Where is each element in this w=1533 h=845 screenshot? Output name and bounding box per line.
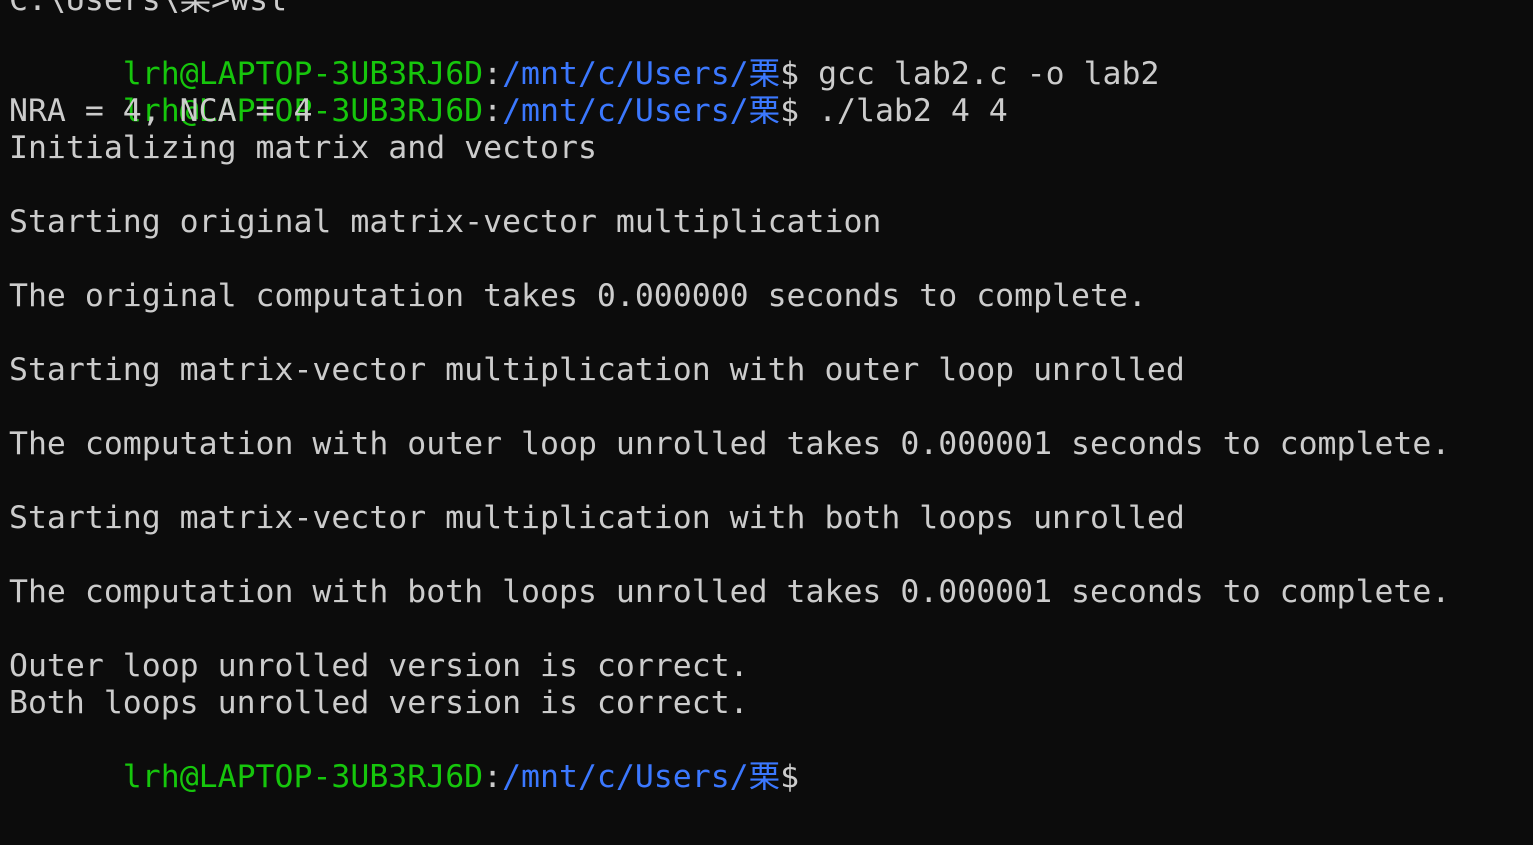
output-line: Starting matrix-vector multiplication wi… <box>9 500 1185 536</box>
prompt-symbol: $ <box>780 56 800 92</box>
previous-command-line: C:\Users\栗>wsl <box>9 0 288 18</box>
prompt-user-host: lrh@LAPTOP-3UB3RJ6D <box>122 56 484 92</box>
output-line: Outer loop unrolled version is correct. <box>9 648 749 684</box>
terminal-window[interactable]: C:\Users\栗>wsl lrh@LAPTOP-3UB3RJ6D:/mnt/… <box>0 0 1533 845</box>
prompt-symbol: $ <box>780 93 800 129</box>
output-line: Starting original matrix-vector multipli… <box>9 204 882 240</box>
prompt-symbol: $ <box>780 759 800 795</box>
output-line: Both loops unrolled version is correct. <box>9 685 749 721</box>
prompt-separator: : <box>483 93 503 129</box>
output-line: The original computation takes 0.000000 … <box>9 278 1147 314</box>
output-line: Starting matrix-vector multiplication wi… <box>9 352 1185 388</box>
terminal-output: C:\Users\栗>wsl lrh@LAPTOP-3UB3RJ6D:/mnt/… <box>9 0 1533 795</box>
prompt-separator: : <box>483 56 503 92</box>
command-text: ./lab2 4 4 <box>799 93 1008 129</box>
prompt-separator: : <box>483 759 503 795</box>
prompt-cwd: /mnt/c/Users/栗 <box>502 759 781 795</box>
prompt-cwd: /mnt/c/Users/栗 <box>502 56 781 92</box>
prompt-user-host: lrh@LAPTOP-3UB3RJ6D <box>122 759 484 795</box>
command-text: gcc lab2.c -o lab2 <box>799 56 1160 92</box>
prompt-cwd: /mnt/c/Users/栗 <box>502 93 781 129</box>
command-line-gcc: lrh@LAPTOP-3UB3RJ6D:/mnt/c/Users/栗$ gcc … <box>9 19 1533 92</box>
output-line: The computation with outer loop unrolled… <box>9 426 1451 462</box>
active-prompt-line[interactable]: lrh@LAPTOP-3UB3RJ6D:/mnt/c/Users/栗$ <box>9 722 1533 795</box>
output-line: Initializing matrix and vectors <box>9 130 597 166</box>
output-line: The computation with both loops unrolled… <box>9 574 1451 610</box>
